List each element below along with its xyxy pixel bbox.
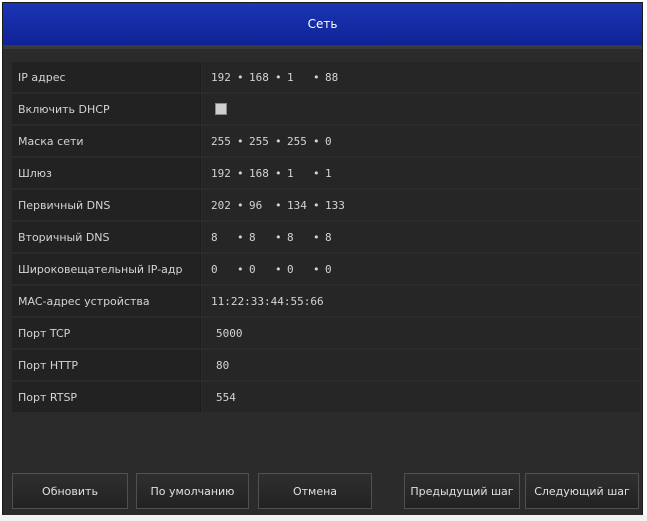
- ip-address-label: IP адрес: [12, 62, 201, 92]
- broadcast-ip-label: Широковещательный IP-адр: [12, 254, 201, 284]
- octet-separator: •: [237, 262, 244, 276]
- octet-separator: •: [275, 166, 282, 180]
- rtsp-port-label: Порт RTSP: [12, 382, 201, 412]
- secondary-dns-row: Вторичный DNS 8 • 8 • 8 • 8: [12, 222, 640, 252]
- http-port-label: Порт HTTP: [12, 350, 201, 380]
- primary-dns-label: Первичный DNS: [12, 190, 201, 220]
- octet-separator: •: [313, 198, 320, 212]
- ip-octet-4[interactable]: 88: [325, 71, 351, 84]
- dns2-octet-3[interactable]: 8: [287, 231, 313, 244]
- octet-separator: •: [237, 70, 244, 84]
- octet-separator: •: [275, 230, 282, 244]
- gateway-octet-4[interactable]: 1: [325, 167, 351, 180]
- mask-octet-4[interactable]: 0: [325, 135, 351, 148]
- dns1-octet-3[interactable]: 134: [287, 199, 313, 212]
- secondary-dns-label: Вторичный DNS: [12, 222, 201, 252]
- next-step-button[interactable]: Следующий шаг: [525, 473, 639, 509]
- octet-separator: •: [275, 70, 282, 84]
- tcp-port-row: Порт TCP 5000: [12, 318, 640, 348]
- ip-octet-1[interactable]: 192: [211, 71, 237, 84]
- http-port-input[interactable]: 80: [202, 350, 640, 380]
- octet-separator: •: [237, 230, 244, 244]
- dns1-octet-4[interactable]: 133: [325, 199, 351, 212]
- network-form: IP адрес 192 • 168 • 1 • 88 Включить DHCP М…: [12, 62, 640, 414]
- bcast-octet-4[interactable]: 0: [325, 263, 351, 276]
- dns2-octet-1[interactable]: 8: [211, 231, 237, 244]
- cancel-button[interactable]: Отмена: [258, 473, 372, 509]
- dhcp-label: Включить DHCP: [12, 94, 201, 124]
- dns2-octet-4[interactable]: 8: [325, 231, 351, 244]
- mask-octet-1[interactable]: 255: [211, 135, 237, 148]
- gateway-octet-2[interactable]: 168: [249, 167, 275, 180]
- primary-dns-input[interactable]: 202 • 96 • 134 • 133: [202, 190, 640, 220]
- previous-step-button[interactable]: Предыдущий шаг: [404, 473, 520, 509]
- mask-octet-3[interactable]: 255: [287, 135, 313, 148]
- ip-address-input[interactable]: 192 • 168 • 1 • 88: [202, 62, 640, 92]
- gateway-label: Шлюз: [12, 158, 201, 188]
- ip-octet-2[interactable]: 168: [249, 71, 275, 84]
- rtsp-port-input[interactable]: 554: [202, 382, 640, 412]
- refresh-button[interactable]: Обновить: [12, 473, 128, 509]
- octet-separator: •: [275, 134, 282, 148]
- ip-address-row: IP адрес 192 • 168 • 1 • 88: [12, 62, 640, 92]
- network-settings-window: Сеть IP адрес 192 • 168 • 1 • 88 Включить D…: [2, 2, 643, 516]
- secondary-dns-input[interactable]: 8 • 8 • 8 • 8: [202, 222, 640, 252]
- tcp-port-label: Порт TCP: [12, 318, 201, 348]
- bcast-octet-1[interactable]: 0: [211, 263, 237, 276]
- mac-address-value: 11:22:33:44:55:66: [202, 286, 640, 316]
- tcp-port-input[interactable]: 5000: [202, 318, 640, 348]
- bcast-octet-2[interactable]: 0: [249, 263, 275, 276]
- octet-separator: •: [313, 262, 320, 276]
- http-port-row: Порт HTTP 80: [12, 350, 640, 380]
- mask-octet-2[interactable]: 255: [249, 135, 275, 148]
- bottom-edge: [0, 515, 647, 521]
- gateway-octet-1[interactable]: 192: [211, 167, 237, 180]
- dns2-octet-2[interactable]: 8: [249, 231, 275, 244]
- octet-separator: •: [237, 166, 244, 180]
- dhcp-row: Включить DHCP: [12, 94, 640, 124]
- rtsp-port-row: Порт RTSP 554: [12, 382, 640, 412]
- button-bar: Обновить По умолчанию Отмена Предыдущий …: [3, 473, 642, 509]
- broadcast-ip-row: Широковещательный IP-адр 0 • 0 • 0 • 0: [12, 254, 640, 284]
- broadcast-ip-input[interactable]: 0 • 0 • 0 • 0: [202, 254, 640, 284]
- dhcp-checkbox[interactable]: [215, 103, 227, 115]
- octet-separator: •: [313, 230, 320, 244]
- dhcp-cell: [202, 94, 640, 124]
- primary-dns-row: Первичный DNS 202 • 96 • 134 • 133: [12, 190, 640, 220]
- ip-octet-3[interactable]: 1: [287, 71, 313, 84]
- octet-separator: •: [275, 262, 282, 276]
- octet-separator: •: [313, 70, 320, 84]
- mac-address-label: MAC-адрес устройства: [12, 286, 201, 316]
- octet-separator: •: [237, 134, 244, 148]
- title-divider: [3, 45, 642, 49]
- subnet-mask-input[interactable]: 255 • 255 • 255 • 0: [202, 126, 640, 156]
- octet-separator: •: [237, 198, 244, 212]
- mac-address-row: MAC-адрес устройства 11:22:33:44:55:66: [12, 286, 640, 316]
- octet-separator: •: [313, 134, 320, 148]
- dns1-octet-1[interactable]: 202: [211, 199, 237, 212]
- subnet-mask-label: Маска сети: [12, 126, 201, 156]
- subnet-mask-row: Маска сети 255 • 255 • 255 • 0: [12, 126, 640, 156]
- dns1-octet-2[interactable]: 96: [249, 199, 275, 212]
- gateway-octet-3[interactable]: 1: [287, 167, 313, 180]
- gateway-row: Шлюз 192 • 168 • 1 • 1: [12, 158, 640, 188]
- default-button[interactable]: По умолчанию: [136, 473, 249, 509]
- window-title: Сеть: [3, 3, 642, 46]
- octet-separator: •: [275, 198, 282, 212]
- bcast-octet-3[interactable]: 0: [287, 263, 313, 276]
- gateway-input[interactable]: 192 • 168 • 1 • 1: [202, 158, 640, 188]
- octet-separator: •: [313, 166, 320, 180]
